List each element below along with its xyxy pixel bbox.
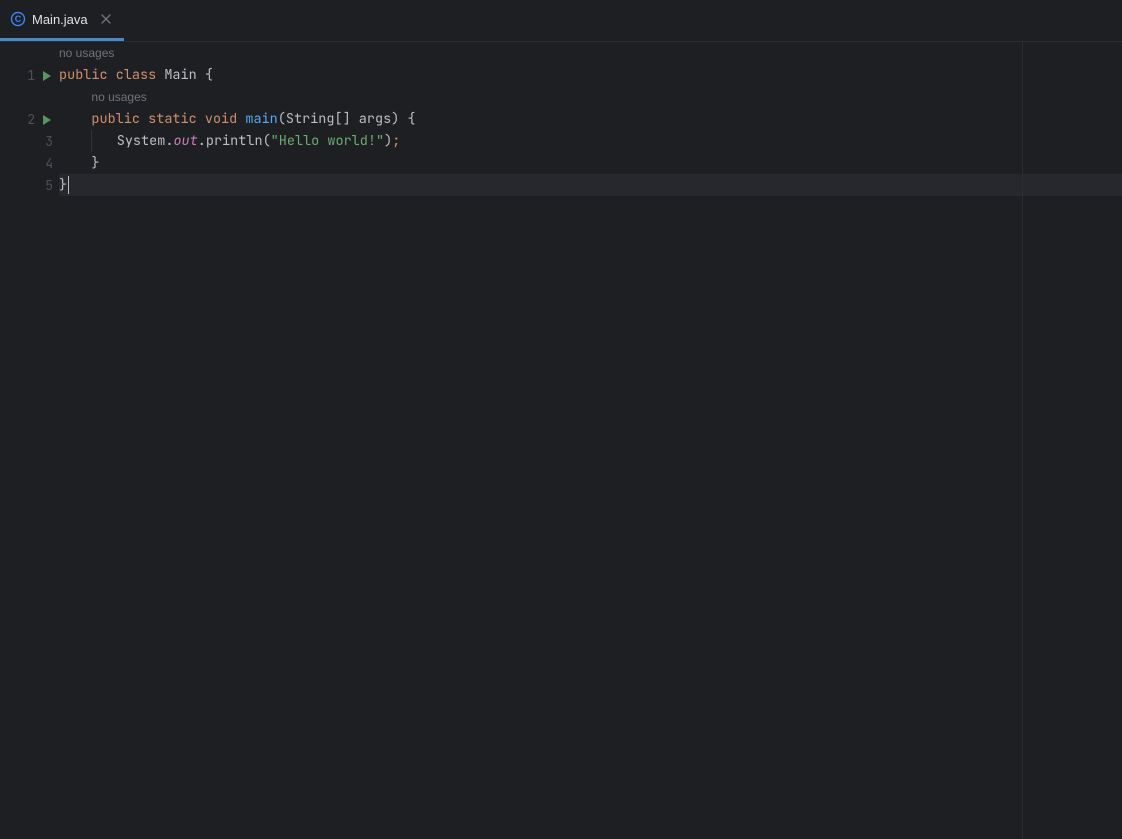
token-space <box>92 132 116 150</box>
code-line[interactable]: public static void main(String[] args) { <box>59 108 1122 130</box>
run-line-icon[interactable] <box>41 113 53 125</box>
tab-filename: Main.java <box>32 12 88 27</box>
line-number: 3 <box>45 133 53 150</box>
token-class-name: Main <box>164 66 196 84</box>
token-ident: System <box>117 132 166 150</box>
token-method: println <box>206 132 263 150</box>
token-space <box>140 110 148 128</box>
token-space <box>197 110 205 128</box>
token-space <box>59 110 91 128</box>
token-brace: } <box>91 154 99 172</box>
token-keyword: class <box>116 66 157 84</box>
code-line[interactable]: } <box>59 152 1122 174</box>
token-space <box>156 66 164 84</box>
token-space <box>237 110 245 128</box>
java-class-icon: C <box>10 11 26 27</box>
token-keyword: static <box>148 110 197 128</box>
token-paren: ) <box>391 110 399 128</box>
svg-text:C: C <box>15 14 22 24</box>
close-icon <box>101 14 111 24</box>
token-param: args <box>359 110 391 128</box>
token-space <box>197 66 205 84</box>
code-line[interactable]: System.out.println("Hello world!"); <box>59 130 1122 152</box>
token-keyword: public <box>59 66 108 84</box>
token-paren: ( <box>263 132 271 150</box>
code-editor[interactable]: 1 2 3 4 5 no usages public class Main { <box>0 42 1122 839</box>
token-field: out <box>173 132 197 150</box>
token-paren: ) <box>384 132 392 150</box>
code-line-current[interactable]: } <box>59 174 1122 196</box>
line-number: 4 <box>45 155 53 172</box>
token-space <box>59 154 91 172</box>
usage-hint: no usages <box>59 46 114 60</box>
token-brace: { <box>205 66 213 84</box>
token-paren: ( <box>278 110 286 128</box>
code-area[interactable]: no usages public class Main { no usages … <box>59 42 1122 839</box>
token-method-name: main <box>245 110 277 128</box>
token-space <box>351 110 359 128</box>
usage-hint-row: no usages <box>59 86 1122 108</box>
usage-hint: no usages <box>91 90 146 104</box>
line-number: 5 <box>45 177 53 194</box>
tab-main-java[interactable]: C Main.java <box>0 0 124 41</box>
line-number: 2 <box>27 111 35 128</box>
tab-close-button[interactable] <box>98 11 114 27</box>
usage-hint-row: no usages <box>59 42 1122 64</box>
token-semicolon: ; <box>392 132 400 150</box>
tab-bar: C Main.java <box>0 0 1122 42</box>
token-brace: { <box>407 110 415 128</box>
caret <box>68 176 69 194</box>
run-line-icon[interactable] <box>41 69 53 81</box>
gutter: 1 2 3 4 5 <box>0 42 59 839</box>
token-dot: . <box>198 132 206 150</box>
token-brackets: [] <box>334 110 350 128</box>
token-space <box>399 110 407 128</box>
token-dot: . <box>165 132 173 150</box>
token-space <box>59 132 91 150</box>
token-string: "Hello world!" <box>271 132 384 150</box>
code-line[interactable]: public class Main { <box>59 64 1122 86</box>
token-space <box>59 88 91 106</box>
line-number: 1 <box>27 67 35 84</box>
token-keyword: void <box>205 110 237 128</box>
token-keyword: public <box>91 110 140 128</box>
token-type: String <box>286 110 335 128</box>
token-space <box>108 66 116 84</box>
token-brace: } <box>59 176 67 194</box>
